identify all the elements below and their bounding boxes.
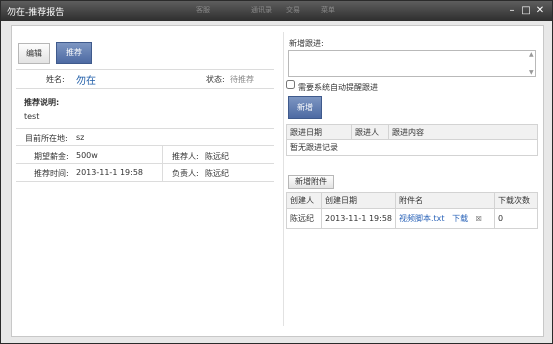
status-value: 待推荐	[230, 75, 254, 84]
maximize-icon[interactable]: □	[520, 5, 532, 17]
attachment-table: 创建人 创建日期 附件名 下载次数 陈远纪 2013-11-1 19:58 视频…	[286, 192, 538, 229]
download-link[interactable]: 下载	[452, 214, 468, 223]
add-attachment-button[interactable]: 新增附件	[288, 175, 334, 189]
ghost-item: 通讯录	[251, 6, 272, 14]
row-divider	[16, 181, 274, 182]
followup-textarea[interactable]	[288, 50, 536, 77]
note-text: test	[24, 112, 40, 121]
ghost-item: 交易	[286, 6, 300, 14]
owner-value: 陈远纪	[205, 169, 229, 178]
followup-table: 跟进日期 跟进人 跟进内容 暂无跟进记录	[286, 124, 538, 156]
followup-header: 跟进人	[351, 124, 389, 140]
attachment-date: 2013-11-1 19:58	[321, 208, 396, 229]
tab-recommend[interactable]: 推荐	[56, 42, 92, 64]
attachment-creator: 陈远纪	[286, 208, 322, 229]
name-label: 姓名:	[46, 75, 65, 84]
minimize-icon[interactable]: –	[506, 5, 518, 17]
close-icon[interactable]: ✕	[534, 5, 546, 17]
attachment-file-cell: 视频脚本.txt 下载 ☒	[395, 208, 495, 229]
tab-edit[interactable]: 编辑	[18, 43, 50, 64]
recommender-label: 推荐人:	[172, 152, 199, 161]
ghost-item: 菜单	[321, 6, 335, 14]
attachment-file-link[interactable]: 视频脚本.txt	[399, 214, 445, 223]
ghost-item: 客服	[196, 6, 210, 14]
dialog-window: 勿在-推荐报告 客服 通讯录 交易 菜单 – □ ✕ 编辑 推荐 姓名: 勿在 …	[0, 0, 553, 344]
window-title: 勿在-推荐报告	[7, 8, 65, 18]
row-divider	[16, 163, 274, 164]
salary-value: 500w	[76, 151, 98, 160]
table-row: 陈远纪 2013-11-1 19:58 视频脚本.txt 下载 ☒ 0	[286, 208, 538, 229]
recommender-value: 陈远纪	[205, 152, 229, 161]
attachment-header: 下载次数	[494, 192, 538, 209]
auto-remind-checkbox[interactable]	[286, 80, 295, 89]
candidate-name: 勿在	[76, 76, 96, 87]
followup-header: 跟进内容	[388, 124, 538, 140]
owner-label: 负责人:	[172, 169, 199, 178]
attachment-header: 附件名	[395, 192, 495, 209]
location-label: 目前所在地:	[25, 134, 68, 143]
followup-empty-text: 暂无跟进记录	[286, 139, 538, 156]
add-followup-button[interactable]: 新增	[288, 96, 322, 119]
auto-remind-label: 需要系统自动提醒跟进	[298, 83, 378, 92]
status-label: 状态:	[206, 75, 225, 84]
column-divider	[283, 32, 284, 326]
row-divider	[16, 128, 274, 129]
salary-label: 期望薪金:	[34, 152, 69, 161]
scroll-down-icon[interactable]: ▼	[529, 69, 534, 76]
row-divider	[16, 88, 274, 89]
time-label: 推荐时间:	[34, 169, 69, 178]
scroll-up-icon[interactable]: ▲	[529, 51, 534, 58]
followup-header: 跟进日期	[286, 124, 352, 140]
followup-label: 新增跟进:	[289, 39, 324, 48]
location-value: sz	[76, 133, 85, 142]
delete-icon[interactable]: ☒	[476, 215, 482, 223]
attachment-header: 创建日期	[321, 192, 396, 209]
title-bar[interactable]: 勿在-推荐报告 客服 通讯录 交易 菜单 – □ ✕	[1, 1, 552, 21]
row-divider	[16, 145, 274, 146]
row-divider	[16, 69, 274, 70]
time-value: 2013-11-1 19:58	[76, 168, 143, 177]
attachment-download-count: 0	[494, 208, 538, 229]
dialog-content: 编辑 推荐 姓名: 勿在 状态: 待推荐 推荐说明: test 目前所在地: s…	[11, 25, 544, 337]
note-title: 推荐说明:	[24, 98, 60, 107]
attachment-header: 创建人	[286, 192, 322, 209]
